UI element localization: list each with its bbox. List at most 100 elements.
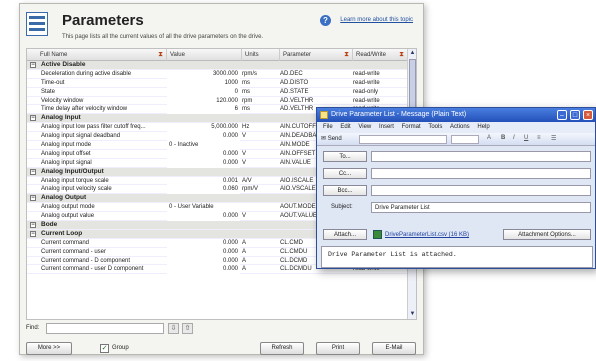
cell-full-name: Current command [41,239,90,246]
cell-parameter: AD.STATE [280,88,309,95]
email-button[interactable]: E-Mail [372,342,416,355]
attachment-options-button[interactable]: Attachment Options... [503,229,591,240]
send-button[interactable]: ✉ Send [321,135,342,144]
message-body[interactable]: Drive Parameter List is attached. [321,246,593,268]
group-label: Group [112,345,129,351]
table-row[interactable]: Time-out 1000 ms AD.DISTO read-write [27,78,408,88]
collapse-icon[interactable]: − [30,195,36,202]
cell-units: A [242,266,247,273]
bullets-icon[interactable]: ☰ [551,135,556,142]
menu-view[interactable]: View [358,124,371,130]
cc-button[interactable]: Cc... [323,168,367,179]
cell-value[interactable]: 0.000 [167,158,240,168]
to-button[interactable]: To... [323,151,367,162]
menu-format[interactable]: Format [402,124,421,130]
subject-label: Subject: [331,204,353,210]
collapse-icon[interactable]: − [30,230,36,237]
refresh-button[interactable]: Refresh [260,342,304,355]
table-row[interactable]: Deceleration during active disable 3000.0… [27,69,408,79]
attachment-file-icon [373,230,382,239]
cell-value[interactable]: 0 [167,87,240,97]
collapse-icon[interactable]: − [30,168,36,175]
column-full-name[interactable]: Full Name ⧗ [27,49,167,61]
menu-insert[interactable]: Insert [379,124,394,130]
cell-value[interactable]: 0.000 [167,256,240,266]
bcc-field[interactable] [371,185,591,196]
underline-icon[interactable]: U [524,135,528,141]
cc-field[interactable] [371,168,591,179]
cell-value[interactable]: 5,000.000 [167,123,240,133]
collapse-icon[interactable]: − [30,115,36,122]
learn-more-link[interactable]: Learn more about this topic [340,17,413,23]
column-parameter[interactable]: Parameter ⧗ [280,49,353,61]
to-field[interactable] [371,151,591,162]
cell-value[interactable]: 1000 [167,78,240,88]
bold-icon[interactable]: B [501,135,505,141]
cell-units: Hz [242,124,250,131]
find-up-icon[interactable]: ⇧ [182,323,193,334]
size-select[interactable] [451,135,479,144]
help-icon[interactable]: ? [320,15,331,26]
message-menubar: File Edit View Insert Format Tools Actio… [317,122,595,133]
subject-field[interactable]: Drive Parameter List [371,202,591,213]
cell-value[interactable]: 0.000 [167,212,240,222]
collapse-icon[interactable]: − [30,62,36,68]
cell-value[interactable]: 0.000 [167,149,240,159]
cell-units: rpm/s [242,70,257,77]
attach-button[interactable]: Attach... [323,229,367,240]
close-icon[interactable]: × [583,110,593,120]
more-button[interactable]: More >> [26,342,72,355]
cell-full-name: Time-out [41,79,65,86]
cell-full-name: Time delay after velocity window [41,106,128,113]
filter-icon[interactable]: ⧗ [344,49,349,61]
cell-value[interactable]: 0.000 [167,247,240,257]
column-value[interactable]: Value [167,49,242,61]
minimize-icon[interactable]: – [557,110,567,120]
font-color-icon[interactable]: A [487,135,491,141]
bcc-button[interactable]: Bcc... [323,185,367,196]
italic-icon[interactable]: I [513,135,515,141]
filter-icon[interactable]: ⧗ [158,49,163,61]
message-toolbar: ✉ Send A B I U ≡ ☰ [317,133,595,146]
cell-full-name: Analog input signal deadband [41,133,121,140]
attachment-link[interactable]: DriveParameterList.csv (16 KB) [385,232,469,238]
cell-value[interactable]: 0 - Inactive [167,141,240,150]
column-units[interactable]: Units [242,49,280,61]
font-select[interactable] [359,135,447,144]
cell-value[interactable]: 0.000 [167,238,240,248]
menu-tools[interactable]: Tools [428,124,442,130]
cell-read-write: read-write [353,70,380,77]
group-checkbox[interactable]: ✓ [100,344,109,353]
menu-help[interactable]: Help [477,124,489,130]
group-row[interactable]: − Active Disable [27,61,408,70]
collapse-icon[interactable]: − [30,222,36,229]
cell-full-name: Deceleration during active disable [41,70,132,77]
page-title: Parameters [62,12,144,29]
cell-value[interactable]: 0 - User Variable [167,203,240,213]
align-icon[interactable]: ≡ [537,135,541,141]
cell-value[interactable]: 0.000 [167,132,240,142]
cell-value[interactable]: 120.000 [167,96,240,106]
cell-value[interactable]: 0.000 [167,265,240,275]
cell-value[interactable]: 0.060 [167,185,240,195]
menu-file[interactable]: File [323,124,333,130]
find-input[interactable] [46,323,164,334]
cell-value[interactable]: 6 [167,105,240,115]
maximize-icon[interactable]: □ [570,110,580,120]
cell-full-name: Analog input low pass filter cutoff freq… [41,124,146,131]
cell-units: A [242,239,247,246]
find-down-icon[interactable]: ⇩ [168,323,179,334]
cell-full-name: Analog input mode [41,142,92,149]
table-row[interactable]: Velocity window 120.000 rpm AD.VELTHR read-w… [27,96,408,106]
print-button[interactable]: Print [316,342,360,355]
scroll-up-icon[interactable]: ▲ [408,49,416,58]
cell-value[interactable]: 0.001 [167,176,240,186]
menu-actions[interactable]: Actions [450,124,470,130]
filter-icon[interactable]: ⧗ [399,49,404,61]
cell-value[interactable]: 3000.000 [167,69,240,79]
table-row[interactable]: State 0 ms AD.STATE read-only [27,87,408,97]
column-read-write[interactable]: Read/Write ⧗ [353,49,408,61]
menu-edit[interactable]: Edit [340,124,350,130]
parameters-logo-icon [26,12,48,36]
scroll-down-icon[interactable]: ▼ [408,310,416,319]
